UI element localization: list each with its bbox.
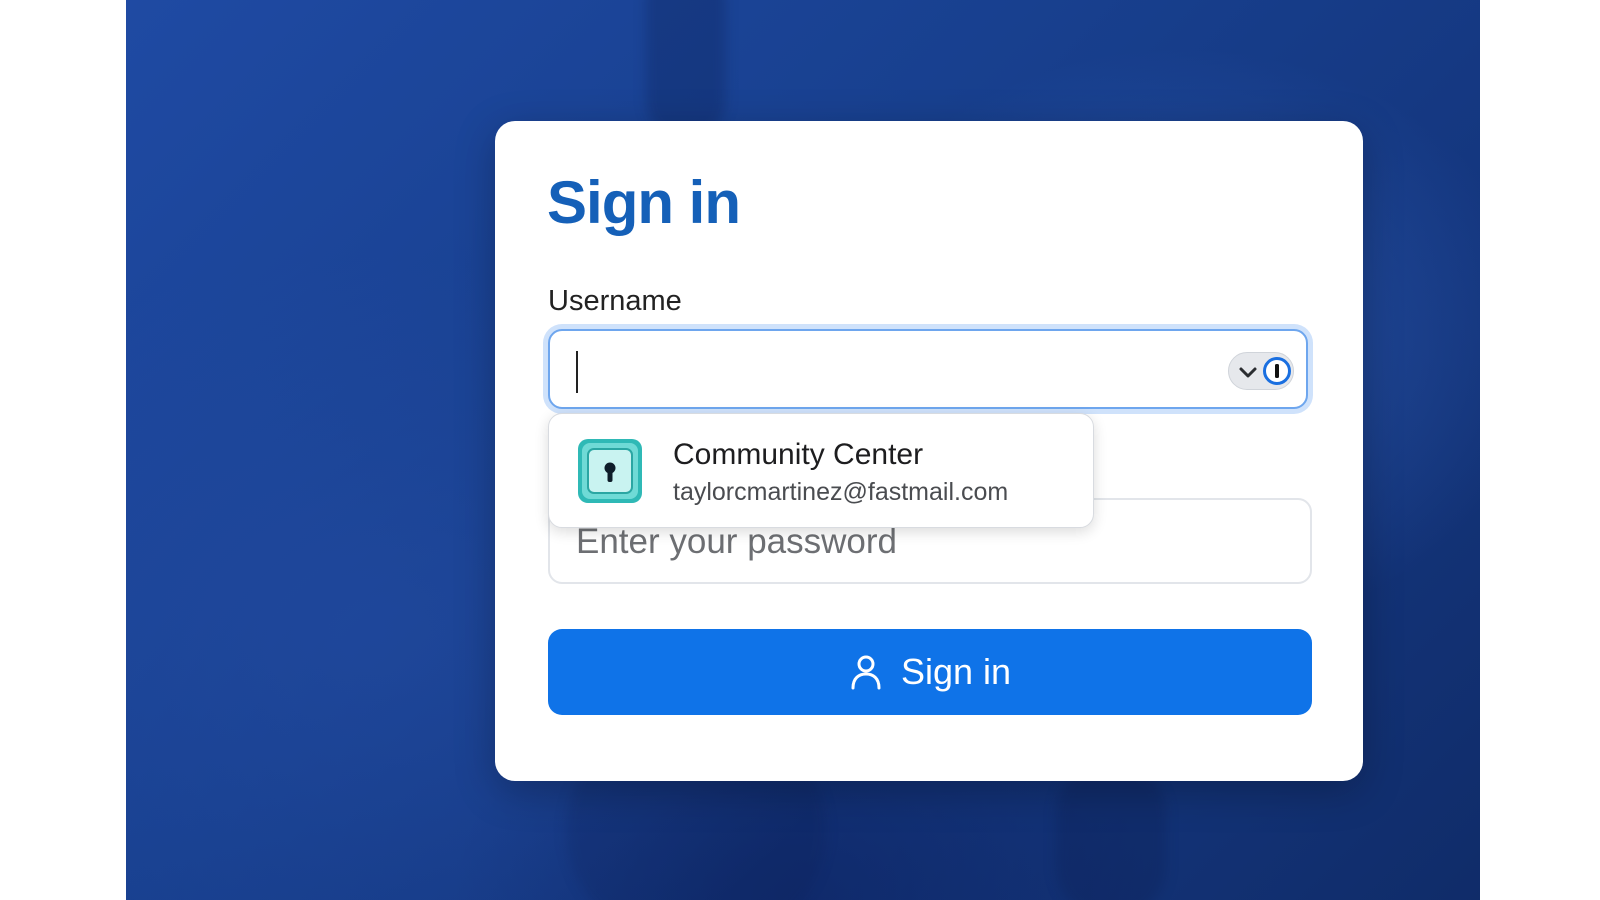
- autofill-suggestion-item[interactable]: Community Center taylorcmartinez@fastmai…: [548, 413, 1094, 528]
- keyhole-icon: [577, 438, 643, 509]
- password-placeholder: Enter your password: [576, 522, 897, 561]
- background-shape: [1056, 760, 1166, 900]
- sign-in-button-label: Sign in: [900, 651, 1012, 692]
- user-icon: [849, 654, 883, 690]
- background: Sign in Username Enter your password Sig…: [126, 0, 1480, 900]
- username-input[interactable]: [548, 329, 1308, 409]
- suggestion-email: taylorcmartinez@fastmail.com: [673, 478, 1009, 506]
- page-title: Sign in: [547, 169, 741, 236]
- username-label: Username: [548, 285, 682, 317]
- 1password-icon: [1263, 357, 1291, 385]
- chevron-down-icon: [1239, 367, 1257, 378]
- password-manager-autofill-button[interactable]: [1228, 352, 1294, 390]
- sign-in-button[interactable]: Sign in: [548, 629, 1312, 715]
- suggestion-title: Community Center: [673, 438, 924, 471]
- text-caret: [576, 351, 578, 393]
- background-shape: [646, 0, 726, 140]
- sign-in-card: Sign in Username Enter your password Sig…: [495, 121, 1363, 781]
